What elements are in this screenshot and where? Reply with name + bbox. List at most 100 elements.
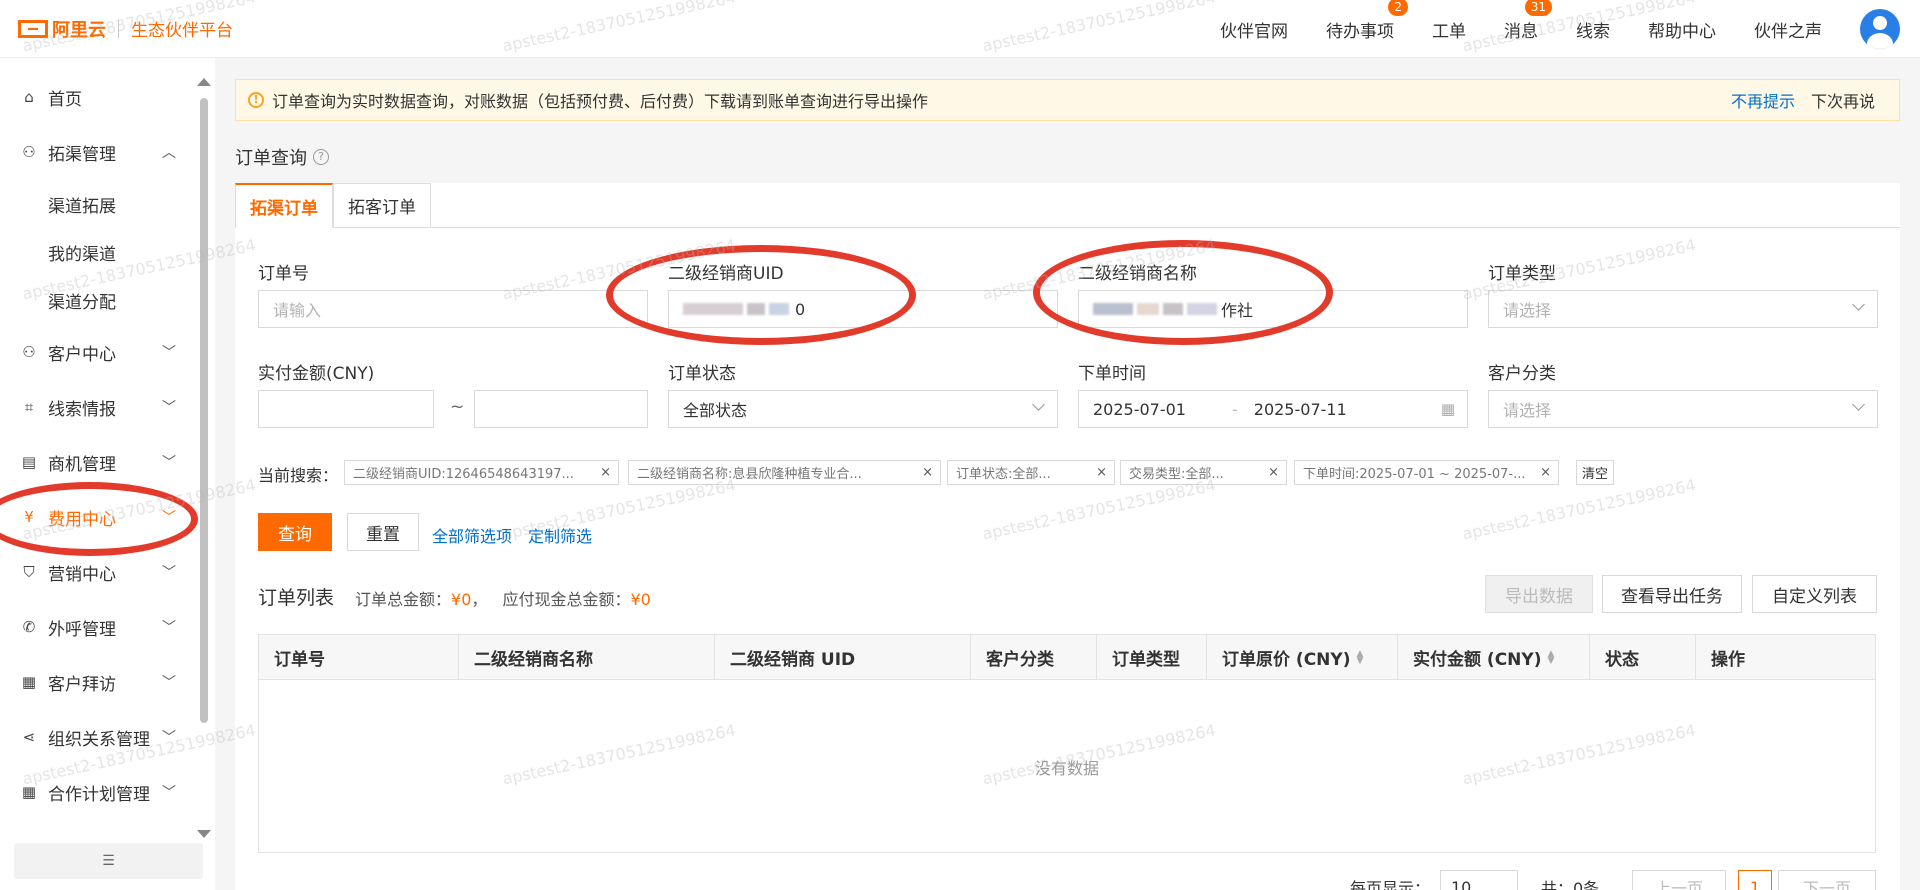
- custom-filters-link[interactable]: 定制筛选: [528, 523, 592, 547]
- sidebar-item-customer-visit[interactable]: ▦ 客户拜访 ﹀: [0, 664, 190, 700]
- nav-partner-site[interactable]: 伙伴官网: [1220, 17, 1288, 42]
- order-type-select[interactable]: 请选择: [1488, 290, 1878, 328]
- sidebar-item-fee-center[interactable]: ¥ 费用中心 ﹀: [0, 499, 190, 535]
- chevron-down-icon: [1852, 398, 1865, 411]
- sidebar-scrollbar[interactable]: [197, 78, 211, 838]
- chip-order-status-text: 订单状态:全部...: [956, 467, 1051, 482]
- sidebar-sub-channel-assign[interactable]: 渠道分配: [48, 288, 116, 313]
- customer-type-label: 客户分类: [1488, 364, 1556, 384]
- dealer-name-input[interactable]: 作社: [1078, 290, 1468, 328]
- order-no-input[interactable]: 请输入: [258, 290, 648, 328]
- col-original-price[interactable]: 订单原价 (CNY) ▲ ▼: [1206, 635, 1397, 680]
- sidebar-sub-channel-expand[interactable]: 渠道拓展: [48, 192, 116, 217]
- view-export-tasks-button[interactable]: 查看导出任务: [1602, 575, 1742, 613]
- chevron-down-icon: ﹀: [162, 565, 176, 581]
- logo[interactable]: 阿里云 生态伙伴平台: [18, 16, 233, 42]
- help-icon[interactable]: ?: [313, 149, 329, 165]
- tab-customer-orders[interactable]: 拓客订单: [333, 183, 431, 228]
- sidebar-collapse-button[interactable]: ☰: [14, 843, 203, 879]
- chevron-down-icon: ﹀: [162, 345, 176, 361]
- opportunity-icon: ▤: [21, 453, 37, 471]
- amount-max-input[interactable]: [474, 390, 648, 428]
- table-header: 订单号 二级经销商名称 二级经销商 UID 客户分类 订单类型 订单原价 (CN…: [259, 635, 1875, 680]
- chevron-down-icon: ﹀: [162, 400, 176, 416]
- col-paid-amount[interactable]: 实付金额 (CNY) ▲ ▼: [1397, 635, 1589, 680]
- col-order-type: 订单类型: [1096, 635, 1206, 680]
- summary-separator: ，: [471, 590, 488, 609]
- prev-page-button[interactable]: 上一页: [1632, 870, 1726, 890]
- sidebar-item-customer[interactable]: ⚇ 客户中心 ﹀: [0, 334, 190, 370]
- tab-underline: [235, 227, 1900, 228]
- chip-uid[interactable]: 二级经销商UID:12646548643197... ×: [344, 460, 619, 485]
- close-icon[interactable]: ×: [600, 465, 611, 480]
- export-data-button[interactable]: 导出数据: [1485, 575, 1593, 613]
- top-nav: 伙伴官网 待办事项 2 工单 消息 31 线索 帮助中心 伙伴之声: [1220, 0, 1920, 58]
- chevron-down-icon: ﹀: [162, 785, 176, 801]
- amount-min-input[interactable]: [258, 390, 434, 428]
- chip-uid-text: 二级经销商UID:12646548643197...: [353, 467, 574, 482]
- col-status: 状态: [1589, 635, 1695, 680]
- nav-messages[interactable]: 消息 31: [1504, 0, 1552, 42]
- close-icon[interactable]: ×: [1096, 465, 1107, 480]
- col-dealer-name: 二级经销商名称: [458, 635, 714, 680]
- custom-list-button[interactable]: 自定义列表: [1752, 575, 1877, 613]
- chip-order-time-text: 下单时间:2025-07-01 ~ 2025-07-...: [1303, 467, 1526, 482]
- status-select[interactable]: 全部状态: [668, 390, 1058, 428]
- sort-icon[interactable]: ▲ ▼: [1547, 649, 1554, 665]
- collapse-menu-icon: ☰: [102, 853, 115, 869]
- chip-order-status[interactable]: 订单状态:全部... ×: [947, 460, 1115, 485]
- sidebar-item-coop-plan[interactable]: ▦ 合作计划管理 ﹀: [0, 774, 190, 810]
- reset-button[interactable]: 重置: [347, 513, 419, 551]
- calendar-icon: ▦: [21, 673, 37, 691]
- sidebar-item-channel[interactable]: ⚇ 拓渠管理 ︿: [0, 134, 190, 170]
- close-icon[interactable]: ×: [1268, 465, 1279, 480]
- nav-leads[interactable]: 线索: [1576, 17, 1610, 42]
- sidebar-item-leads[interactable]: ⌗ 线索情报 ﹀: [0, 389, 190, 425]
- chip-trade-type-text: 交易类型:全部...: [1129, 467, 1224, 482]
- close-icon[interactable]: ×: [922, 465, 933, 480]
- avatar[interactable]: [1860, 9, 1900, 49]
- order-no-placeholder: 请输入: [273, 301, 322, 320]
- top-header: 阿里云 生态伙伴平台 伙伴官网 待办事项 2 工单 消息 31 线索 帮助中心 伙伴…: [0, 0, 1920, 58]
- sidebar-item-outbound-call[interactable]: ✆ 外呼管理 ﹀: [0, 609, 190, 645]
- nav-todo[interactable]: 待办事项 2: [1326, 0, 1408, 42]
- sidebar-item-opportunity[interactable]: ▤ 商机管理 ﹀: [0, 444, 190, 480]
- chevron-up-icon: ︿: [162, 145, 176, 161]
- scrollbar-thumb[interactable]: [200, 98, 208, 723]
- nav-partner-voice[interactable]: 伙伴之声: [1754, 17, 1822, 42]
- chip-trade-type[interactable]: 交易类型:全部... ×: [1120, 460, 1287, 485]
- sidebar-item-home[interactable]: ⌂ 首页: [0, 79, 190, 115]
- close-icon[interactable]: ×: [1540, 465, 1551, 480]
- chevron-down-icon: [1032, 398, 1045, 411]
- logo-divider: [118, 19, 119, 38]
- clear-search-button[interactable]: 清空: [1576, 460, 1615, 485]
- uid-input[interactable]: 0: [668, 290, 1058, 328]
- all-filters-link[interactable]: 全部筛选项: [432, 523, 512, 547]
- notice-later-link[interactable]: 下次再说: [1811, 88, 1875, 112]
- sidebar: ⌂ 首页 ⚇ 拓渠管理 ︿ 渠道拓展 我的渠道 渠道分配 ⚇ 客户中心 ﹀ ⌗ 线索情报…: [0, 58, 215, 890]
- scroll-down-icon[interactable]: [197, 830, 211, 838]
- customer-type-select[interactable]: 请选择: [1488, 390, 1878, 428]
- sidebar-sub-my-channel[interactable]: 我的渠道: [48, 240, 116, 265]
- per-page-select[interactable]: 10: [1440, 870, 1518, 890]
- page-1-button[interactable]: 1: [1738, 870, 1772, 890]
- chip-order-time[interactable]: 下单时间:2025-07-01 ~ 2025-07-... ×: [1294, 460, 1559, 485]
- nav-ticket[interactable]: 工单: [1432, 17, 1466, 42]
- amount-range-sep: ~: [450, 397, 465, 417]
- chip-dealer-name-text: 二级经销商名称:息县欣隆种植专业合...: [637, 467, 862, 482]
- page-title: 订单查询 ?: [235, 144, 329, 170]
- sidebar-item-org-relation[interactable]: ⋖ 组织关系管理 ﹀: [0, 719, 190, 755]
- scroll-up-icon[interactable]: [197, 78, 211, 86]
- nav-help[interactable]: 帮助中心: [1648, 17, 1716, 42]
- messages-badge: 31: [1524, 0, 1552, 16]
- chevron-down-icon: ﹀: [162, 510, 176, 526]
- tab-channel-orders[interactable]: 拓渠订单: [235, 183, 333, 228]
- search-button[interactable]: 查询: [258, 513, 332, 551]
- order-time-range[interactable]: 2025-07-01 - 2025-07-11 ▦: [1078, 390, 1468, 428]
- chip-dealer-name[interactable]: 二级经销商名称:息县欣隆种植专业合... ×: [628, 460, 941, 485]
- notice-dismiss-link[interactable]: 不再提示: [1731, 88, 1795, 112]
- next-page-button[interactable]: 下一页: [1778, 870, 1876, 890]
- sidebar-item-marketing[interactable]: ⛉ 营销中心 ﹀: [0, 554, 190, 590]
- sort-icon[interactable]: ▲ ▼: [1356, 649, 1363, 665]
- aliyun-logo-icon: [18, 19, 48, 38]
